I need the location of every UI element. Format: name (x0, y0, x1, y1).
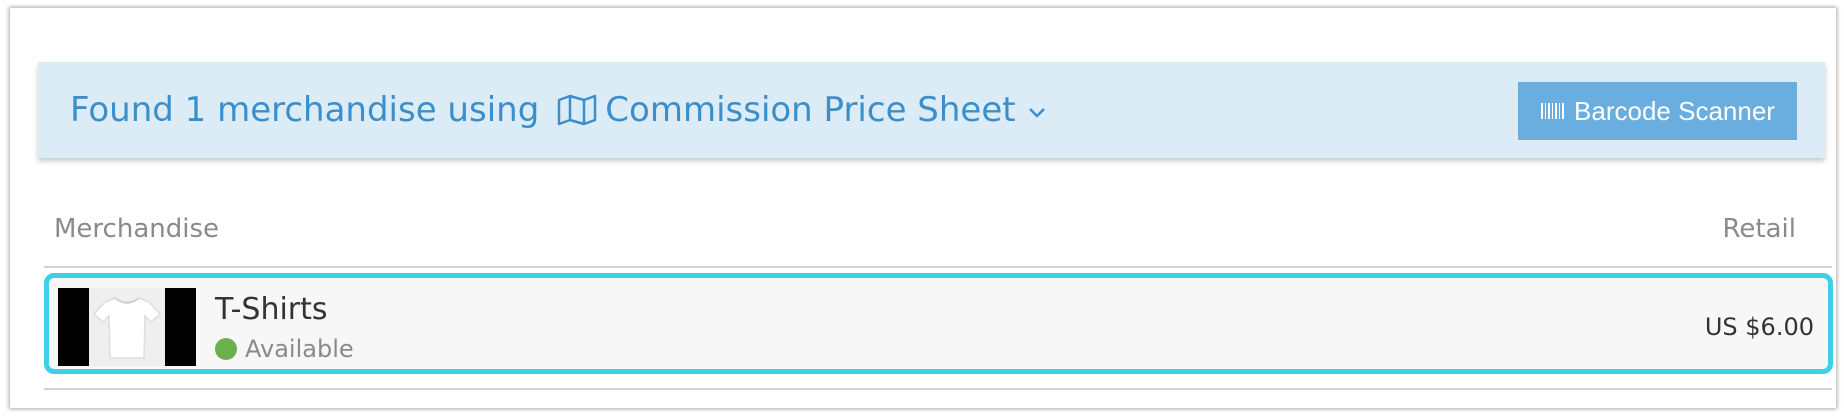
barcode-scanner-label[interactable]: Barcode Scanner (1574, 96, 1775, 127)
price-sheet-dropdown[interactable]: Commission Price Sheet (557, 90, 1045, 130)
product-name: T-Shirts (215, 292, 328, 327)
column-header-retail: Retail (1722, 214, 1796, 244)
availability-status: Available (215, 335, 354, 363)
result-summary: Found 1 merchandise using Commission Pri… (70, 90, 1046, 130)
result-count-text: Found 1 merchandise using (70, 90, 540, 130)
retail-price: US $6.00 (1704, 313, 1814, 341)
header-divider (44, 266, 1832, 268)
page-frame: Found 1 merchandise using Commission Pri… (10, 8, 1836, 408)
table-row[interactable]: T-Shirts Available US $6.00 (44, 273, 1833, 374)
barcode-icon (1541, 103, 1565, 119)
status-label: Available (245, 335, 354, 363)
chevron-down-icon[interactable] (1028, 107, 1046, 119)
row-divider (44, 388, 1832, 390)
search-result-banner: Found 1 merchandise using Commission Pri… (38, 62, 1825, 158)
t-shirt-icon (92, 297, 162, 359)
price-sheet-label[interactable]: Commission Price Sheet (605, 90, 1015, 130)
column-header-merchandise: Merchandise (54, 214, 220, 244)
barcode-scanner-button[interactable]: Barcode Scanner (1518, 82, 1797, 140)
status-dot-icon (215, 338, 237, 360)
t-shirt-image (89, 288, 165, 366)
product-thumbnail (58, 288, 196, 366)
map-icon (558, 94, 597, 126)
